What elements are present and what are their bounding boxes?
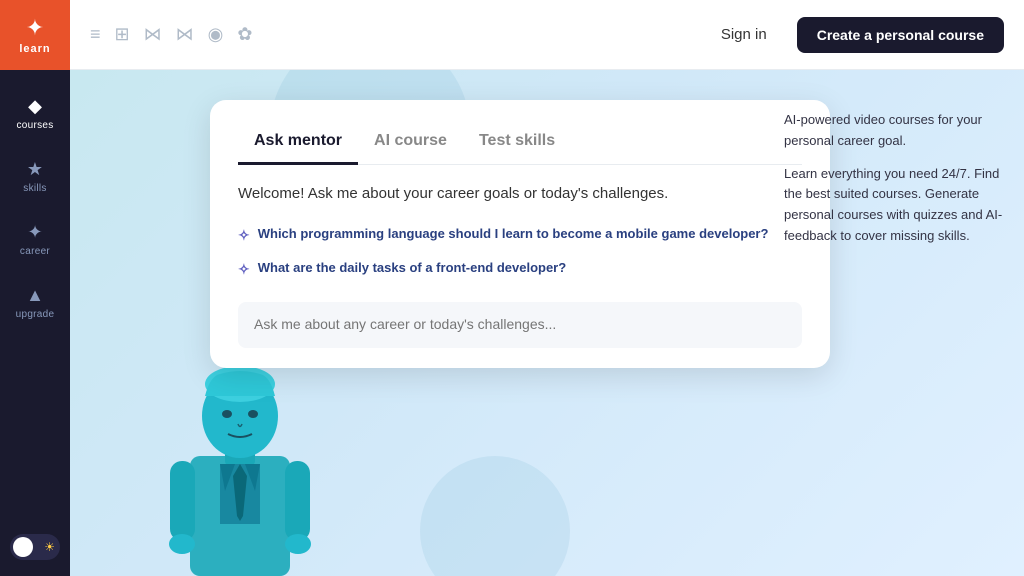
spark-icon-2: ✧: [238, 261, 250, 278]
sidebar-nav: ◆ courses ★ skills ✦ career ▲ upgrade: [5, 70, 65, 534]
suggestion-2[interactable]: ✧ What are the daily tasks of a front-en…: [238, 252, 802, 286]
create-course-button[interactable]: Create a personal course: [797, 17, 1004, 53]
chat-input[interactable]: [254, 316, 786, 332]
sidebar-logo[interactable]: ✦ learn: [0, 0, 70, 70]
sidebar-item-upgrade[interactable]: ▲ upgrade: [5, 275, 65, 330]
sidebar-bottom: ☀: [10, 534, 60, 576]
sidebar-item-courses[interactable]: ◆ courses: [5, 86, 65, 141]
skills-label: skills: [23, 183, 46, 194]
courses-label: courses: [16, 120, 53, 131]
skills-icon: ★: [27, 159, 43, 180]
spark-icon-1: ✧: [238, 227, 250, 244]
tab-test-skills[interactable]: Test skills: [463, 124, 571, 165]
tab-ask-mentor[interactable]: Ask mentor: [238, 124, 358, 165]
suggestion-1-text: Which programming language should I lear…: [258, 226, 769, 241]
welcome-text: Welcome! Ask me about your career goals …: [238, 185, 802, 202]
nav-icon-1[interactable]: ⋈: [144, 24, 162, 45]
tab-ai-course[interactable]: AI course: [358, 124, 463, 165]
card-panel: Ask mentor AI course Test skills Welcome…: [210, 100, 830, 368]
sun-icon: ☀: [44, 540, 55, 554]
logo-text: learn: [19, 43, 50, 55]
right-text-para-1: AI-powered video courses for your person…: [784, 110, 1004, 152]
upgrade-label: upgrade: [16, 309, 55, 320]
grid-icon[interactable]: ⊞: [115, 24, 130, 45]
chat-input-area[interactable]: [238, 302, 802, 348]
settings-icon[interactable]: ✿: [237, 24, 252, 45]
topnav-icons: ≡ ⊞ ⋈ ⋈ ◉ ✿: [90, 24, 693, 45]
sidebar-item-skills[interactable]: ★ skills: [5, 149, 65, 204]
main-area: ≡ ⊞ ⋈ ⋈ ◉ ✿ Sign in Create a personal co…: [70, 0, 1024, 576]
right-text-para-2: Learn everything you need 24/7. Find the…: [784, 164, 1004, 247]
upgrade-icon: ▲: [26, 285, 44, 306]
career-label: career: [20, 246, 50, 257]
card-tabs: Ask mentor AI course Test skills: [238, 124, 802, 165]
topnav: ≡ ⊞ ⋈ ⋈ ◉ ✿ Sign in Create a personal co…: [70, 0, 1024, 70]
courses-icon: ◆: [28, 96, 42, 117]
suggestion-1[interactable]: ✧ Which programming language should I le…: [238, 218, 802, 252]
bg-decoration-2: [420, 456, 570, 576]
logo-icon: ✦: [26, 15, 44, 41]
theme-toggle[interactable]: ☀: [10, 534, 60, 560]
content-area: Ask mentor AI course Test skills Welcome…: [70, 70, 1024, 576]
right-panel-text: AI-powered video courses for your person…: [784, 110, 1004, 247]
sign-in-button[interactable]: Sign in: [705, 18, 783, 51]
sidebar-item-career[interactable]: ✦ career: [5, 212, 65, 267]
career-icon: ✦: [27, 222, 42, 243]
circle-icon[interactable]: ◉: [208, 24, 224, 45]
menu-icon[interactable]: ≡: [90, 24, 101, 45]
toggle-knob: [13, 537, 33, 557]
topnav-actions: Sign in Create a personal course: [705, 17, 1004, 53]
nav-icon-2[interactable]: ⋈: [176, 24, 194, 45]
suggestion-2-text: What are the daily tasks of a front-end …: [258, 260, 566, 275]
sidebar: ✦ learn ◆ courses ★ skills ✦ career ▲ up…: [0, 0, 70, 576]
